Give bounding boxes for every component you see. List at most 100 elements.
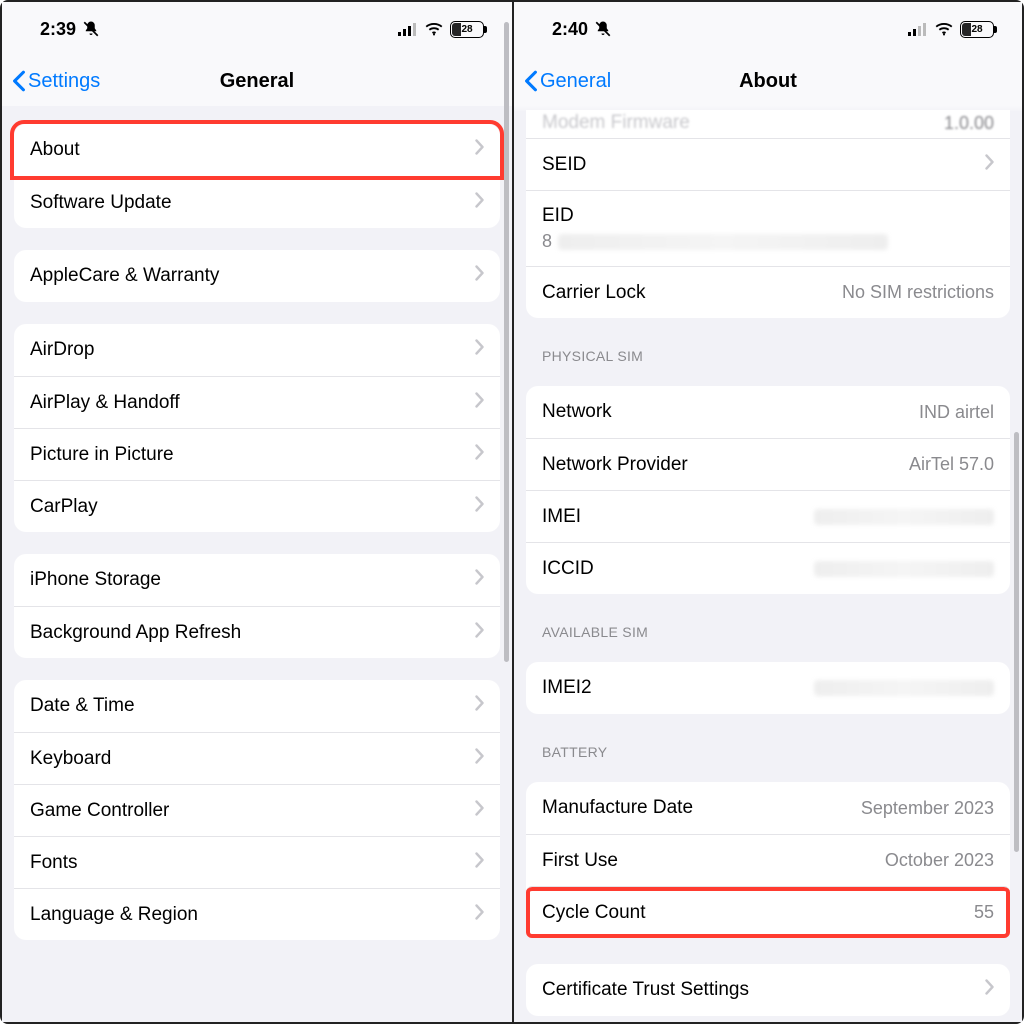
list-row[interactable]: Picture in Picture bbox=[14, 428, 500, 480]
row-label: ICCID bbox=[542, 558, 594, 580]
settings-group: Modem Firmware1.0.00SEIDEID8Carrier Lock… bbox=[526, 110, 1010, 318]
row-label: Background App Refresh bbox=[30, 622, 241, 644]
list-row[interactable]: Keyboard bbox=[14, 732, 500, 784]
row-value: 8 bbox=[542, 231, 888, 252]
page-title: About bbox=[739, 70, 797, 93]
status-time: 2:39 bbox=[40, 19, 76, 40]
settings-group: AirDrop AirPlay & Handoff Picture in Pictu… bbox=[14, 324, 500, 532]
chevron-right-icon bbox=[475, 622, 484, 644]
content-scroll[interactable]: Modem Firmware1.0.00SEIDEID8Carrier Lock… bbox=[514, 106, 1022, 1022]
list-row[interactable]: Software Update bbox=[14, 176, 500, 228]
wifi-icon bbox=[424, 22, 444, 36]
list-row[interactable]: CarPlay bbox=[14, 480, 500, 532]
row-label: AirDrop bbox=[30, 339, 94, 361]
back-label: General bbox=[540, 70, 611, 93]
row-label: EID bbox=[542, 205, 574, 227]
row-label: IMEI2 bbox=[542, 677, 592, 699]
list-row: Cycle Count 55 bbox=[526, 886, 1010, 938]
chevron-right-icon bbox=[475, 392, 484, 414]
back-button[interactable]: Settings bbox=[12, 56, 100, 106]
list-row[interactable]: Fonts bbox=[14, 836, 500, 888]
list-row: First Use October 2023 bbox=[526, 834, 1010, 886]
settings-group: iPhone Storage Background App Refresh bbox=[14, 554, 500, 658]
row-label: Fonts bbox=[30, 852, 78, 874]
row-label: Game Controller bbox=[30, 800, 169, 822]
list-row: EID 8 bbox=[526, 190, 1010, 266]
list-row: IMEI2 bbox=[526, 662, 1010, 714]
row-label: Keyboard bbox=[30, 748, 111, 770]
list-row[interactable]: About bbox=[14, 124, 500, 176]
scroll-indicator bbox=[504, 106, 509, 662]
list-row[interactable]: Game Controller bbox=[14, 784, 500, 836]
group-header: AVAILABLE SIM bbox=[542, 624, 994, 640]
chevron-right-icon bbox=[475, 192, 484, 214]
chevron-right-icon bbox=[475, 139, 484, 161]
chevron-right-icon bbox=[475, 748, 484, 770]
back-label: Settings bbox=[28, 70, 100, 93]
row-value: AirTel 57.0 bbox=[909, 454, 994, 475]
list-row[interactable]: Date & Time bbox=[14, 680, 500, 732]
back-button[interactable]: General bbox=[524, 56, 611, 106]
row-label: Date & Time bbox=[30, 695, 135, 717]
battery-icon: 28 bbox=[960, 21, 994, 38]
wifi-icon bbox=[934, 22, 954, 36]
chevron-right-icon bbox=[985, 979, 994, 1001]
page-title: General bbox=[220, 70, 294, 93]
row-label: Carrier Lock bbox=[542, 282, 645, 304]
chevron-right-icon bbox=[475, 904, 484, 926]
list-row[interactable]: AirDrop bbox=[14, 324, 500, 376]
row-value: 55 bbox=[974, 902, 994, 923]
pane-general: 2:39 28 Settings General About Software U… bbox=[2, 2, 512, 1022]
row-label: IMEI bbox=[542, 506, 581, 528]
chevron-right-icon bbox=[475, 496, 484, 518]
list-row[interactable]: iPhone Storage bbox=[14, 554, 500, 606]
row-label: Cycle Count bbox=[542, 902, 646, 924]
row-value-redacted bbox=[814, 680, 994, 696]
pane-about: 2:40 28 General About Modem Firmware1.0.… bbox=[512, 2, 1022, 1022]
chevron-right-icon bbox=[475, 800, 484, 822]
chevron-right-icon bbox=[475, 695, 484, 717]
list-row: Carrier Lock No SIM restrictions bbox=[526, 266, 1010, 318]
chevron-right-icon bbox=[475, 852, 484, 874]
content-scroll[interactable]: About Software Update AppleCare & Warranty… bbox=[2, 106, 512, 1022]
row-value: No SIM restrictions bbox=[842, 282, 994, 303]
nav-bar: General About bbox=[514, 56, 1022, 106]
row-label: AppleCare & Warranty bbox=[30, 265, 219, 287]
list-row[interactable]: Language & Region bbox=[14, 888, 500, 940]
status-bar: 2:39 28 bbox=[2, 2, 512, 56]
silent-icon bbox=[594, 20, 612, 38]
row-label: Picture in Picture bbox=[30, 444, 174, 466]
row-label: iPhone Storage bbox=[30, 569, 161, 591]
settings-group: AppleCare & Warranty bbox=[14, 250, 500, 302]
list-row[interactable]: AirPlay & Handoff bbox=[14, 376, 500, 428]
row-label: Software Update bbox=[30, 192, 172, 214]
list-row[interactable]: Background App Refresh bbox=[14, 606, 500, 658]
list-row[interactable]: SEID bbox=[526, 138, 1010, 190]
list-row: ICCID bbox=[526, 542, 1010, 594]
row-value: September 2023 bbox=[861, 798, 994, 819]
list-row: Manufacture Date September 2023 bbox=[526, 782, 1010, 834]
row-label: Manufacture Date bbox=[542, 797, 693, 819]
row-label: Certificate Trust Settings bbox=[542, 979, 749, 1001]
list-row[interactable]: AppleCare & Warranty bbox=[14, 250, 500, 302]
battery-icon: 28 bbox=[450, 21, 484, 38]
chevron-right-icon bbox=[475, 339, 484, 361]
list-row: NetworkIND airtel bbox=[526, 386, 1010, 438]
row-value: October 2023 bbox=[885, 850, 994, 871]
row-value-redacted bbox=[814, 509, 994, 525]
settings-group: Manufacture Date September 2023 First Use O… bbox=[526, 782, 1010, 938]
group-header: BATTERY bbox=[542, 744, 994, 760]
chevron-right-icon bbox=[475, 265, 484, 287]
status-time: 2:40 bbox=[552, 19, 588, 40]
settings-group: IMEI2 bbox=[526, 662, 1010, 714]
settings-group: Date & Time Keyboard Game Controller Fonts L… bbox=[14, 680, 500, 940]
chevron-right-icon bbox=[475, 569, 484, 591]
settings-group: Certificate Trust Settings bbox=[526, 964, 1010, 1016]
row-value: IND airtel bbox=[919, 402, 994, 423]
settings-group: NetworkIND airtelNetwork ProviderAirTel … bbox=[526, 386, 1010, 594]
scroll-indicator bbox=[1014, 432, 1019, 852]
row-label: First Use bbox=[542, 850, 618, 872]
row-label: About bbox=[30, 139, 80, 161]
row-label: SEID bbox=[542, 154, 586, 176]
list-row[interactable]: Certificate Trust Settings bbox=[526, 964, 1010, 1016]
